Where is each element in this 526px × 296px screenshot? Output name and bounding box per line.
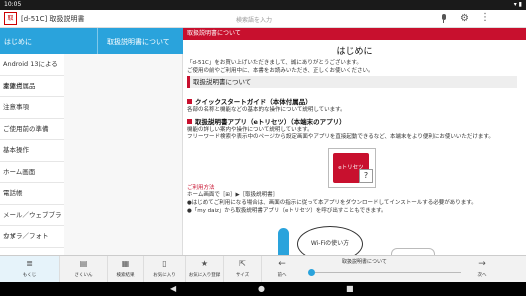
search-results-label: 検索結果 — [116, 273, 135, 278]
toc-divider — [97, 28, 98, 54]
toc-current-page: 取扱説明書について — [107, 38, 170, 46]
person-illustration — [278, 228, 289, 258]
arrow-left-icon: ← — [278, 259, 286, 269]
more-menu-icon[interactable]: ⋮ — [480, 12, 490, 24]
index-button[interactable]: ▤ さくいん — [60, 256, 108, 283]
toc-item[interactable]: Android 13による変更点 — [0, 54, 64, 90]
list-icon: ≣ — [26, 259, 33, 268]
arrow-right-icon: → — [478, 259, 486, 269]
app-bar: 取 [d-51C] 取扱説明書 検索語を入力 ⚙ ⋮ — [0, 10, 526, 28]
progress-track — [311, 272, 461, 273]
content-pane: 取扱説明書について はじめに 「d-51C」をお買い上げいただきまして、誠にあり… — [183, 28, 526, 282]
question-icon: ? — [359, 169, 373, 183]
search-input[interactable]: 検索語を入力 — [236, 15, 272, 24]
toc-button-label: もくじ — [22, 273, 37, 278]
size-label: サイズ — [235, 273, 250, 278]
progress-slider-handle[interactable] — [308, 269, 315, 276]
usage-line-1: ホーム画面で［⊞］▶［取扱説明書］ — [187, 192, 279, 198]
size-button[interactable]: ⇱ サイズ — [224, 256, 262, 283]
usage-line-3: ●「my daiz」から取扱説明書アプリ（eトリセツ）を呼び出すこともできます。 — [187, 208, 387, 214]
toc-item[interactable]: ご使用前の準備 — [0, 119, 64, 140]
intro-line-2: ご使用の前やご利用中に、本書をお読みいただき、正しくお使いください。 — [187, 68, 374, 74]
toc-item[interactable]: 注意事項 — [0, 97, 64, 119]
toc-subpanel — [64, 54, 182, 282]
system-nav-bar: ◀ ● ■ — [0, 282, 526, 296]
add-favorite-label: お気に入り登録 — [188, 273, 221, 278]
prev-button[interactable]: ← 前へ — [262, 256, 302, 283]
next-label: 次へ — [477, 273, 487, 278]
recent-apps-icon[interactable]: ■ — [346, 284, 354, 294]
search-results-icon: ▦ — [121, 259, 130, 268]
home-icon[interactable]: ● — [258, 284, 265, 294]
status-bar: 10:05 ▾ ▮ — [0, 0, 526, 10]
app-icon[interactable]: 取 — [4, 12, 17, 25]
mic-icon[interactable] — [441, 14, 447, 23]
toc-item[interactable]: 本体付属品 — [0, 76, 64, 97]
toc-list: Android 13による変更点 本体付属品 注意事項 ご使用前の準備 基本操作… — [0, 54, 183, 282]
toc-item[interactable]: メール／ウェブブラウザ — [0, 205, 64, 240]
prev-label: 前へ — [277, 273, 287, 278]
toc-home-link[interactable]: はじめに — [4, 37, 32, 47]
app-title: [d-51C] 取扱説明書 — [21, 15, 85, 23]
index-button-label: さくいん — [74, 273, 93, 278]
toc-header: はじめに 取扱説明書について — [0, 28, 183, 54]
intro-line-1: 「d-51C」をお買い上げいただきまして、誠にありがとうございます。 — [187, 60, 362, 66]
gear-icon[interactable]: ⚙ — [460, 13, 469, 24]
status-indicators: ▾ ▮ — [513, 1, 522, 8]
bookmark-icon: ▯ — [162, 259, 167, 268]
quickstart-body: 各部の名称と機能などの基本的な操作について説明しています。 — [187, 107, 346, 113]
toc-item[interactable]: 基本操作 — [0, 140, 64, 162]
progress-page-label: 取扱説明書について — [342, 259, 387, 265]
usage-line-2: ●はじめてご利用になる場合は、画面の指示に従って本アプリをダウンロードしてインス… — [187, 200, 477, 206]
back-icon[interactable]: ◀ — [170, 284, 176, 294]
favorites-label: お気に入り — [153, 273, 176, 278]
section-heading: 取扱説明書について — [187, 76, 517, 88]
index-icon: ▤ — [79, 259, 88, 268]
content-banner: 取扱説明書について — [183, 28, 526, 40]
next-button[interactable]: → 次へ — [462, 256, 502, 283]
etorisetsu-body-2: フリーワード検索や表示中のページから設定画面やアプリを直接起動できるなど、本端末… — [187, 134, 494, 140]
status-time: 10:05 — [4, 1, 22, 8]
favorites-button[interactable]: ▯ お気に入り — [144, 256, 186, 283]
page-title: はじめに — [336, 47, 373, 57]
toc-button[interactable]: ≣ もくじ — [0, 256, 60, 283]
bottom-toolbar: ≣ もくじ ▤ さくいん ▦ 検索結果 ▯ お気に入り ★ お気に入り登録 ⇱ … — [0, 255, 526, 283]
star-icon: ★ — [200, 259, 209, 268]
search-results-button[interactable]: ▦ 検索結果 — [108, 256, 144, 283]
toc-item[interactable]: カメラ／フォト — [0, 226, 64, 248]
etorisetsu-image: eトリセツ ? — [328, 148, 376, 188]
add-favorite-button[interactable]: ★ お気に入り登録 — [186, 256, 224, 283]
toc-item[interactable]: ホーム画面 — [0, 162, 64, 183]
resize-icon: ⇱ — [239, 259, 246, 268]
toc-item[interactable]: 電話帳 — [0, 183, 64, 205]
